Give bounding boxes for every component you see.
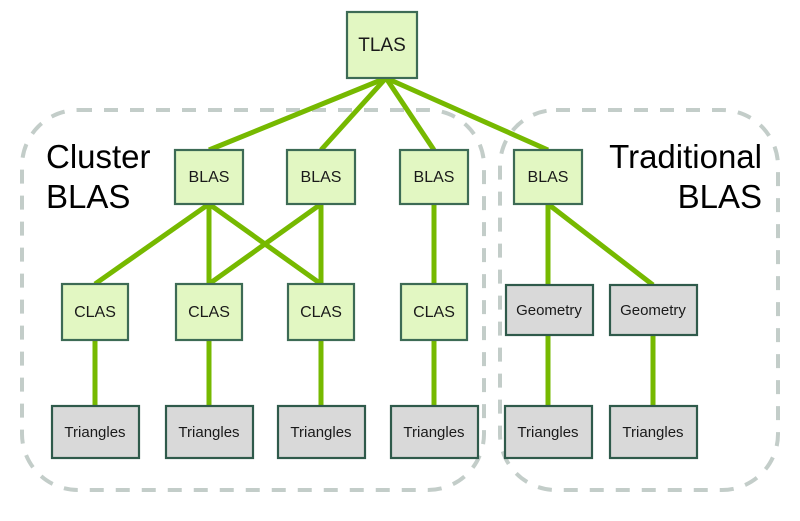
node-clas3[interactable]: CLAS bbox=[286, 282, 356, 342]
traditional-blas-title-line2: BLAS bbox=[678, 178, 762, 215]
diagram-canvas: Cluster BLAS Traditional BLAS TLAS BLAS … bbox=[0, 0, 800, 521]
node-blas-c3-label: BLAS bbox=[414, 169, 455, 186]
cluster-blas-title-line2: BLAS bbox=[46, 178, 130, 215]
node-clas3-label: CLAS bbox=[300, 304, 342, 321]
node-triangles5-label: Triangles bbox=[517, 424, 578, 441]
node-triangles4[interactable]: Triangles bbox=[389, 404, 480, 460]
node-triangles3-label: Triangles bbox=[290, 424, 351, 441]
node-blas-c2[interactable]: BLAS bbox=[285, 148, 357, 206]
node-clas4-label: CLAS bbox=[413, 304, 455, 321]
node-triangles1[interactable]: Triangles bbox=[50, 404, 141, 460]
edge-blas-t1-geometry2 bbox=[546, 202, 655, 287]
edge-layer bbox=[92, 75, 656, 406]
node-blas-c2-label: BLAS bbox=[301, 169, 342, 186]
node-blas-c1[interactable]: BLAS bbox=[173, 148, 245, 206]
edge-tlas-blas-c1 bbox=[208, 75, 387, 153]
node-triangles2[interactable]: Triangles bbox=[164, 404, 255, 460]
node-triangles6[interactable]: Triangles bbox=[608, 404, 699, 460]
node-blas-c1-label: BLAS bbox=[189, 169, 230, 186]
node-geometry2[interactable]: Geometry bbox=[608, 283, 699, 337]
node-geometry2-label: Geometry bbox=[620, 302, 686, 319]
node-triangles6-label: Triangles bbox=[622, 424, 683, 441]
node-triangles1-label: Triangles bbox=[64, 424, 125, 441]
edge-blas-c1-clas1 bbox=[93, 201, 211, 287]
node-geometry1-label: Geometry bbox=[516, 302, 582, 319]
node-blas-t1[interactable]: BLAS bbox=[512, 148, 584, 206]
node-triangles4-label: Triangles bbox=[403, 424, 464, 441]
node-blas-c3[interactable]: BLAS bbox=[398, 148, 470, 206]
node-clas2-label: CLAS bbox=[188, 304, 230, 321]
node-blas-t1-label: BLAS bbox=[528, 169, 569, 186]
cluster-blas-title-line1: Cluster bbox=[46, 138, 151, 175]
node-clas1-label: CLAS bbox=[74, 304, 116, 321]
node-clas2[interactable]: CLAS bbox=[174, 282, 244, 342]
node-triangles2-label: Triangles bbox=[178, 424, 239, 441]
node-triangles5[interactable]: Triangles bbox=[503, 404, 594, 460]
traditional-blas-title-line1: Traditional bbox=[609, 138, 762, 175]
node-tlas[interactable]: TLAS bbox=[345, 10, 419, 80]
acceleration-structure-diagram: Cluster BLAS Traditional BLAS TLAS BLAS … bbox=[20, 10, 780, 492]
node-triangles3[interactable]: Triangles bbox=[276, 404, 367, 460]
node-clas1[interactable]: CLAS bbox=[60, 282, 130, 342]
node-clas4[interactable]: CLAS bbox=[399, 282, 469, 342]
node-tlas-label: TLAS bbox=[358, 35, 406, 56]
node-geometry1[interactable]: Geometry bbox=[504, 283, 595, 337]
